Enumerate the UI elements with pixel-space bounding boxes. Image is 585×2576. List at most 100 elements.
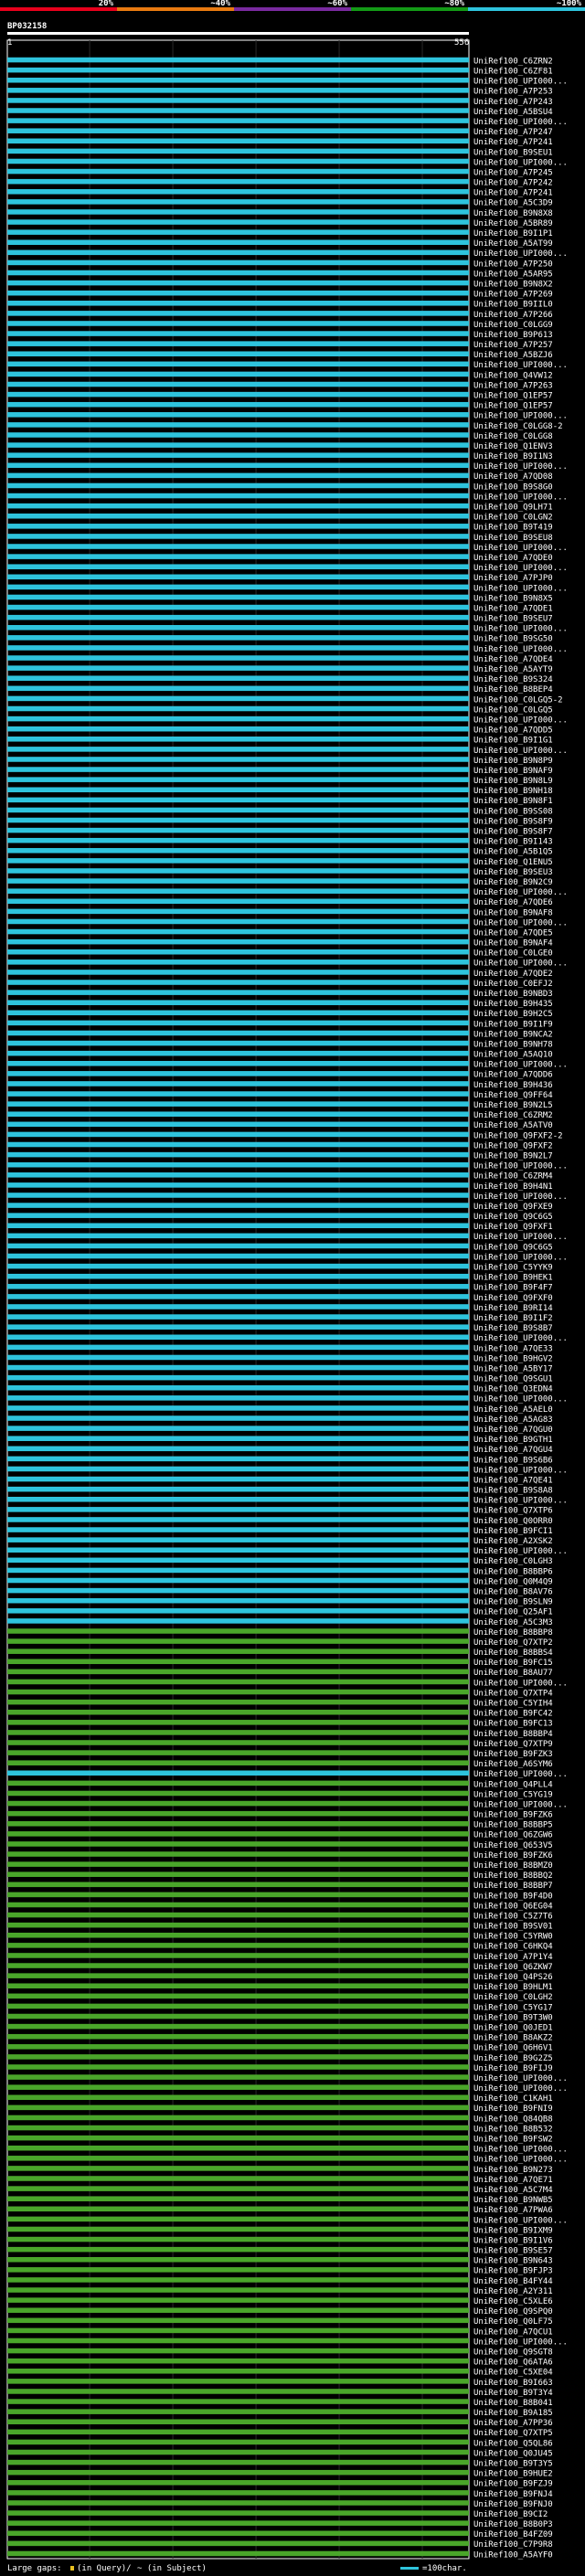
hit-label[interactable]: UniRef100_UPI000... [473, 2084, 568, 2094]
hit-label[interactable]: UniRef100_B9FCI1 [473, 1527, 553, 1536]
hit-label[interactable]: UniRef100_B9NAF9 [473, 767, 553, 776]
hit-label[interactable]: UniRef100_B8AV76 [473, 1587, 553, 1596]
hit-label[interactable]: UniRef100_Q7XTP4 [473, 1689, 553, 1698]
hit-label[interactable]: UniRef100_A5C3D9 [473, 199, 553, 208]
hit-label[interactable]: UniRef100_B9HLM1 [473, 1983, 553, 1992]
hit-label[interactable]: UniRef100_B9S8F7 [473, 828, 553, 837]
hit-label[interactable]: UniRef100_B9N8F1 [473, 797, 553, 806]
hit-label[interactable]: UniRef100_B9N8P9 [473, 757, 553, 766]
hit-label[interactable]: UniRef100_UPI000... [473, 959, 568, 969]
hit-label[interactable]: UniRef100_Q7XTP9 [473, 1740, 553, 1749]
hit-label[interactable]: UniRef100_UPI000... [473, 625, 568, 634]
hit-label[interactable]: UniRef100_A5C3M3 [473, 1618, 553, 1627]
hit-label[interactable]: UniRef100_C0LGQ5 [473, 705, 553, 715]
hit-label[interactable]: UniRef100_A7QDD6 [473, 1071, 553, 1080]
hit-label[interactable]: UniRef100_A7QDE6 [473, 898, 553, 907]
hit-label[interactable]: UniRef100_B9F4F7 [473, 1284, 553, 1293]
hit-label[interactable]: UniRef100_Q3EDN4 [473, 1385, 553, 1394]
hit-label[interactable]: UniRef100_B9SV01 [473, 1923, 553, 1932]
hit-label[interactable]: UniRef100_UPI000... [473, 1233, 568, 1242]
hit-label[interactable]: UniRef100_B9NAF4 [473, 939, 553, 949]
hit-label[interactable]: UniRef100_UPI000... [473, 716, 568, 725]
hit-label[interactable]: UniRef100_UPI000... [473, 1800, 568, 1809]
hit-label[interactable]: UniRef100_A7QDE1 [473, 604, 553, 613]
hit-label[interactable]: UniRef100_A7QDD5 [473, 726, 553, 736]
hit-label[interactable]: UniRef100_A7P257 [473, 341, 553, 350]
hit-label[interactable]: UniRef100_C5YG19 [473, 1790, 553, 1799]
hit-label[interactable]: UniRef100_C7P9R8 [473, 2540, 553, 2549]
hit-label[interactable]: UniRef100_B9NCA2 [473, 1030, 553, 1039]
hit-label[interactable]: UniRef100_Q9FF64 [473, 1091, 553, 1100]
hit-label[interactable]: UniRef100_C5XLE6 [473, 2297, 553, 2306]
hit-label[interactable]: UniRef100_Q6ZGW6 [473, 1831, 553, 1840]
hit-label[interactable]: UniRef100_UPI000... [473, 918, 568, 928]
hit-label[interactable]: UniRef100_B9S8B7 [473, 1324, 553, 1333]
hit-label[interactable]: UniRef100_UPI000... [473, 544, 568, 553]
hit-label[interactable]: UniRef100_Q5QL86 [473, 2439, 553, 2448]
hit-label[interactable]: UniRef100_B9GTH1 [473, 1436, 553, 1445]
hit-label[interactable]: UniRef100_B9P613 [473, 331, 553, 340]
hit-label[interactable]: UniRef100_B9S6B6 [473, 1456, 553, 1465]
hit-label[interactable]: UniRef100_C0LGG9 [473, 321, 553, 330]
hit-label[interactable]: UniRef100_C0LGG8 [473, 432, 553, 441]
hit-label[interactable]: UniRef100_UPI000... [473, 78, 568, 87]
hit-label[interactable]: UniRef100_A7QDE2 [473, 970, 553, 979]
hit-label[interactable]: UniRef100_B9H435 [473, 1000, 553, 1009]
hit-label[interactable]: UniRef100_A5AQ10 [473, 1051, 553, 1060]
hit-label[interactable]: UniRef100_B8BBS4 [473, 1648, 553, 1658]
hit-label[interactable]: UniRef100_C6ZRM4 [473, 1172, 553, 1182]
hit-label[interactable]: UniRef100_B8AKZ2 [473, 2034, 553, 2043]
hit-label[interactable]: UniRef100_UPI000... [473, 249, 568, 259]
hit-label[interactable]: UniRef100_UPI000... [473, 584, 568, 593]
hit-label[interactable]: UniRef100_B9N643 [473, 2257, 553, 2266]
hit-label[interactable]: UniRef100_B9NBD3 [473, 990, 553, 999]
hit-label[interactable]: UniRef100_Q6ZKW7 [473, 1963, 553, 1972]
hit-label[interactable]: UniRef100_B9FIJ9 [473, 2064, 553, 2073]
hit-label[interactable]: UniRef100_A7P269 [473, 291, 553, 300]
hit-label[interactable]: UniRef100_Q653V5 [473, 1841, 553, 1850]
hit-label[interactable]: UniRef100_C6ZRN2 [473, 57, 553, 66]
hit-label[interactable]: UniRef100_Q0M4Q9 [473, 1577, 553, 1586]
hit-label[interactable]: UniRef100_UPI000... [473, 2337, 568, 2347]
hit-label[interactable]: UniRef100_A7QE33 [473, 1344, 553, 1353]
hit-label[interactable]: UniRef100_B9I1F2 [473, 1314, 553, 1323]
hit-label[interactable]: UniRef100_B9SEU1 [473, 148, 553, 157]
hit-label[interactable]: UniRef100_UPI000... [473, 1547, 568, 1556]
hit-label[interactable]: UniRef100_A7QDE4 [473, 655, 553, 664]
hit-label[interactable]: UniRef100_Q1ENU5 [473, 858, 553, 867]
hit-label[interactable]: UniRef100_B9CI2 [473, 2510, 548, 2519]
hit-label[interactable]: UniRef100_Q9FXF2 [473, 1141, 553, 1150]
hit-label[interactable]: UniRef100_B9N273 [473, 2166, 553, 2175]
hit-label[interactable]: UniRef100_A7QDE0 [473, 554, 553, 563]
hit-label[interactable]: UniRef100_A6SYM6 [473, 1760, 553, 1769]
hit-label[interactable]: UniRef100_A5AYF0 [473, 2550, 553, 2560]
hit-label[interactable]: UniRef100_A7P253 [473, 88, 553, 97]
hit-label[interactable]: UniRef100_A2Y311 [473, 2287, 553, 2296]
hit-label[interactable]: UniRef100_A7P241 [473, 189, 553, 198]
hit-label[interactable]: UniRef100_B9FJP3 [473, 2267, 553, 2276]
hit-label[interactable]: UniRef100_B9FSW2 [473, 2136, 553, 2145]
hit-label[interactable]: UniRef100_B9I1V6 [473, 2236, 553, 2245]
hit-label[interactable]: UniRef100_B9RI14 [473, 1304, 553, 1313]
hit-label[interactable]: UniRef100_B4FZ09 [473, 2530, 553, 2539]
hit-label[interactable]: UniRef100_C0LGH2 [473, 1993, 553, 2002]
hit-label[interactable]: UniRef100_UPI000... [473, 1770, 568, 1779]
hit-label[interactable]: UniRef100_Q9FXF2-2 [473, 1131, 563, 1140]
hit-label[interactable]: UniRef100_Q0JU45 [473, 2449, 553, 2458]
hit-label[interactable]: UniRef100_Q6ATA6 [473, 2359, 553, 2368]
hit-label[interactable]: UniRef100_UPI000... [473, 645, 568, 654]
hit-label[interactable]: UniRef100_B9H436 [473, 1081, 553, 1090]
hit-label[interactable]: UniRef100_B9FNJ0 [473, 2500, 553, 2509]
hit-label[interactable]: UniRef100_C5YYK9 [473, 1264, 553, 1273]
hit-label[interactable]: UniRef100_UPI000... [473, 412, 568, 421]
hit-label[interactable]: UniRef100_C0LGE0 [473, 949, 553, 959]
hit-label[interactable]: UniRef100_A5AEL0 [473, 1405, 553, 1415]
hit-label[interactable]: UniRef100_B9FC13 [473, 1720, 553, 1729]
hit-label[interactable]: UniRef100_B9SS08 [473, 807, 553, 816]
hit-label[interactable]: UniRef100_B9N8L9 [473, 777, 553, 786]
hit-label[interactable]: UniRef100_B9SG50 [473, 635, 553, 644]
hit-label[interactable]: UniRef100_A5AR95 [473, 270, 553, 279]
hit-label[interactable]: UniRef100_B9G2Z5 [473, 2054, 553, 2063]
hit-label[interactable]: UniRef100_A7QGU0 [473, 1426, 553, 1435]
hit-label[interactable]: UniRef100_A5BR89 [473, 219, 553, 228]
